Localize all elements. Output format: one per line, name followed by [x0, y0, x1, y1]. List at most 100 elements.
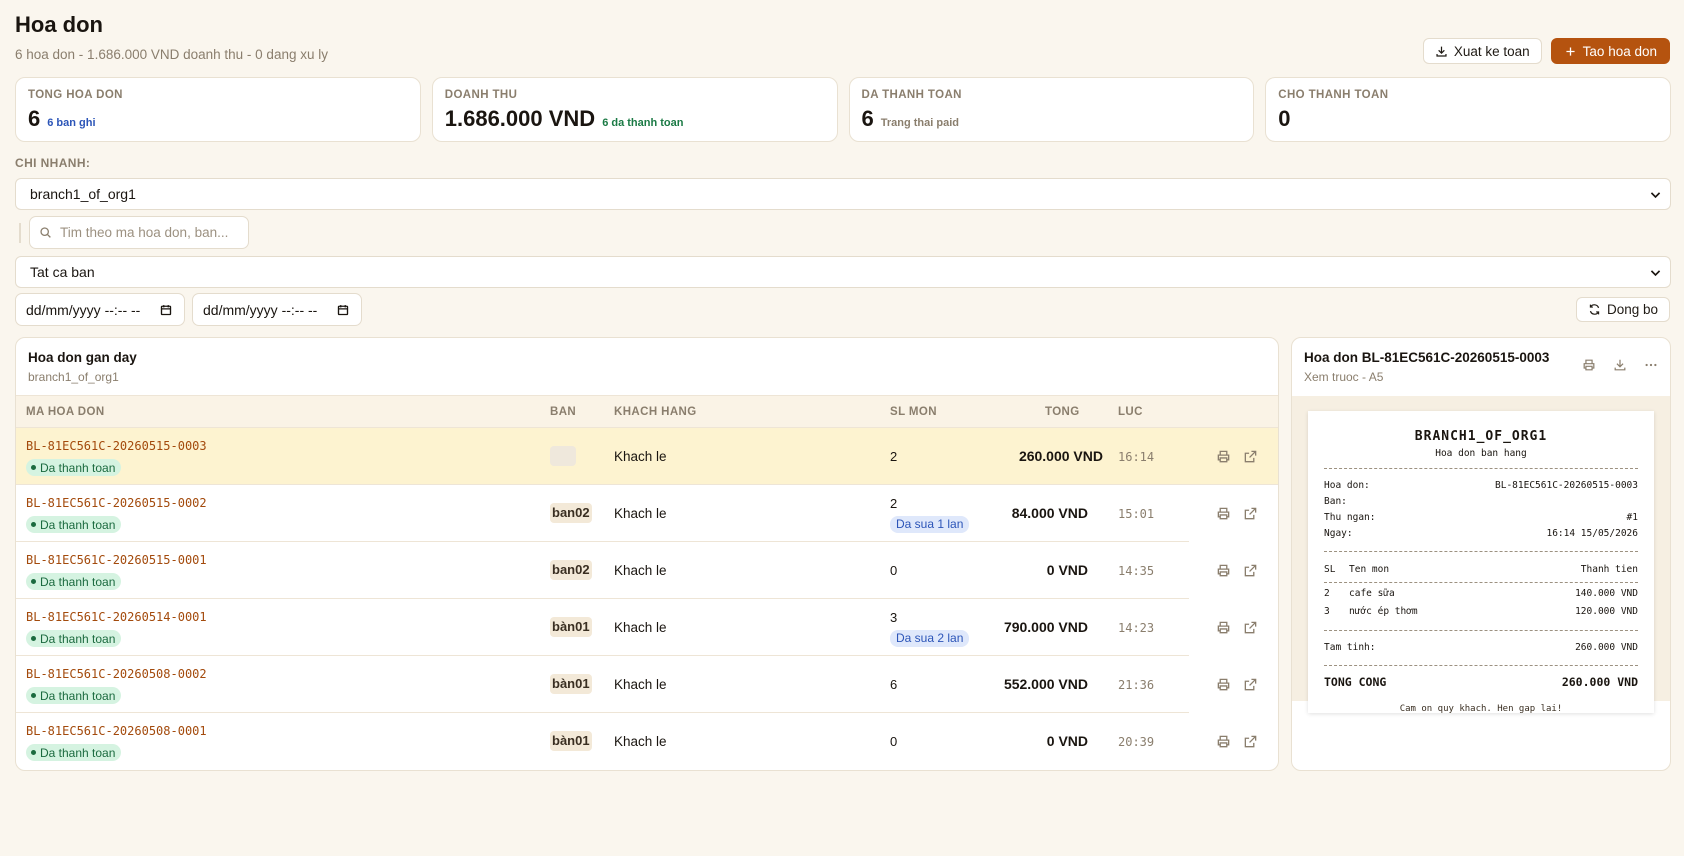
table-header: MA HOA DON BAN KHACH HANG SL MON TONG LU… [16, 395, 1278, 428]
receipt-item-name: cafe sữa [1349, 588, 1395, 599]
receipt-info-label: Thu ngan: [1324, 512, 1376, 523]
invoice-code[interactable]: BL-81EC561C-20260508-0001 [26, 724, 207, 738]
receipt-divider [1324, 665, 1638, 666]
print-icon[interactable] [1582, 358, 1596, 372]
print-icon[interactable] [1216, 677, 1231, 692]
invoice-time: 16:14 [1118, 450, 1155, 464]
receipt-grand-value: 260.000 VND [1561, 675, 1638, 689]
more-icon[interactable] [1644, 358, 1658, 372]
status-text: Da thanh toan [40, 574, 116, 589]
table-chip: ban02 [550, 560, 592, 580]
download-icon[interactable] [1613, 358, 1627, 372]
invoice-total: 0 VND [1046, 562, 1088, 578]
receipt-item-qty: 3 [1324, 606, 1330, 617]
receipt-grand-label: TONG CONG [1324, 675, 1387, 689]
invoice-code[interactable]: BL-81EC561C-20260508-0002 [26, 667, 207, 681]
print-icon[interactable] [1216, 563, 1231, 578]
receipt-subtotal-label: Tam tinh: [1324, 642, 1376, 653]
receipt-type: Hoa don ban hang [1435, 448, 1527, 459]
status-dot [31, 465, 36, 470]
date-to-input[interactable]: dd/mm/yyyy --:-- -- [192, 293, 362, 326]
receipt-divider [1324, 551, 1638, 552]
stat-note: 6 ban ghi [47, 117, 96, 129]
receipt-info-value: #1 [1626, 512, 1638, 523]
receipt-info-value: 16:14 15/05/2026 [1546, 528, 1638, 539]
receipt-divider [1324, 582, 1638, 583]
table-select[interactable]: Tat ca ban [15, 256, 1671, 288]
search-wrap: Tim theo ma hoa don, ban... [19, 216, 249, 249]
table-row[interactable]: BL-81EC561C-20260514-0001 Da thanh toan … [16, 599, 1257, 656]
invoice-total: 0 VND [1046, 733, 1088, 749]
receipt-info-label: Ngay: [1324, 528, 1353, 539]
invoice-code[interactable]: BL-81EC561C-20260515-0002 [26, 496, 207, 510]
print-icon[interactable] [1216, 734, 1231, 749]
divider [19, 222, 21, 243]
download-icon [1436, 46, 1447, 57]
status-badge: Da thanh toan [26, 459, 122, 476]
receipt-item-qty: 2 [1324, 588, 1330, 599]
table-row[interactable]: BL-81EC561C-20260515-0001 Da thanh toan … [16, 542, 1257, 599]
invoice-code[interactable]: BL-81EC561C-20260515-0001 [26, 553, 207, 567]
invoice-time: 21:36 [1118, 678, 1155, 692]
open-external-icon[interactable] [1243, 677, 1258, 692]
receipt-info-value: BL-81EC561C-20260515-0003 [1495, 480, 1638, 491]
status-dot [31, 693, 36, 698]
col-total: TONG [1045, 406, 1080, 418]
receipt-item-amount: 140.000 VND [1575, 588, 1638, 599]
invoice-code[interactable]: BL-81EC561C-20260515-0003 [26, 439, 207, 453]
table-chip: ban02 [550, 503, 592, 523]
receipt-divider [1324, 468, 1638, 469]
table-row[interactable]: BL-81EC561C-20260515-0002 Da thanh toan … [16, 485, 1257, 542]
open-external-icon[interactable] [1243, 563, 1258, 578]
print-icon[interactable] [1216, 620, 1231, 635]
receipt-info-label: Ban: [1324, 496, 1347, 507]
col-customer: KHACH HANG [614, 406, 697, 418]
invoice-total: 552.000 VND [1003, 676, 1088, 692]
table-row[interactable]: BL-81EC561C-20260515-0003 Da thanh toan … [16, 428, 1278, 485]
invoice-code[interactable]: BL-81EC561C-20260514-0001 [26, 610, 207, 624]
stat-value: 1.686.000 VND [444, 106, 596, 131]
branch-select[interactable]: branch1_of_org1 [15, 178, 1671, 210]
receipt: BRANCH1_OF_ORG1 Hoa don ban hang Hoa don… [1308, 411, 1654, 714]
stat-value: 6 [861, 106, 874, 131]
status-text: Da thanh toan [40, 688, 116, 703]
calendar-icon[interactable] [337, 304, 349, 316]
receipt-col-amount: Thanh tien [1580, 564, 1638, 575]
customer-name: Khach le [614, 734, 667, 749]
open-external-icon[interactable] [1243, 506, 1258, 521]
search-icon [40, 227, 51, 238]
header-actions: Xuat ke toan Tao hoa don [1422, 38, 1670, 64]
col-qty: SL MON [890, 406, 937, 418]
table-row[interactable]: BL-81EC561C-20260508-0001 Da thanh toan … [16, 713, 1257, 770]
invoice-total: 260.000 VND [1018, 448, 1103, 464]
sync-button[interactable]: Dong bo [1575, 297, 1670, 322]
print-icon[interactable] [1216, 449, 1231, 464]
date-from-input[interactable]: dd/mm/yyyy --:-- -- [15, 293, 185, 326]
open-external-icon[interactable] [1243, 449, 1258, 464]
open-external-icon[interactable] [1243, 734, 1258, 749]
calendar-icon[interactable] [160, 304, 172, 316]
item-qty: 6 [890, 677, 898, 692]
receipt-subtotal-value: 260.000 VND [1575, 642, 1638, 653]
status-text: Da thanh toan [40, 460, 116, 475]
invoice-list-card: Hoa don gan day branch1_of_org1 MA HOA D… [15, 337, 1279, 771]
table-select-value: Tat ca ban [30, 264, 95, 280]
page-subtitle: 6 hoa don - 1.686.000 VND doanh thu - 0 … [15, 47, 328, 62]
print-icon[interactable] [1216, 506, 1231, 521]
date-to-value: dd/mm/yyyy --:-- -- [203, 301, 318, 318]
search-input[interactable]: Tim theo ma hoa don, ban... [29, 216, 249, 249]
status-dot [31, 636, 36, 641]
table-row[interactable]: BL-81EC561C-20260508-0002 Da thanh toan … [16, 656, 1257, 713]
status-badge: Da thanh toan [26, 744, 122, 761]
item-qty: 2 [890, 449, 898, 464]
customer-name: Khach le [614, 449, 667, 464]
open-external-icon[interactable] [1243, 620, 1258, 635]
refresh-icon [1589, 304, 1600, 315]
col-table: BAN [550, 406, 577, 418]
page-header: Hoa don 6 hoa don - 1.686.000 VND doanh … [15, 12, 328, 62]
branch-label: CHI NHANH: [15, 156, 91, 170]
status-text: Da thanh toan [40, 631, 116, 646]
create-invoice-button[interactable]: Tao hoa don [1550, 38, 1670, 64]
export-accounting-button[interactable]: Xuat ke toan [1422, 38, 1542, 64]
receipt-info-label: Hoa don: [1324, 480, 1370, 491]
